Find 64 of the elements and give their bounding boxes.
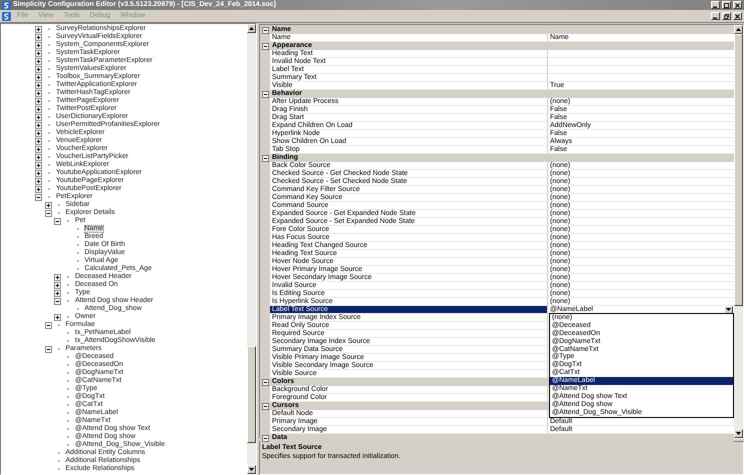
close-icon — [735, 2, 740, 8]
minus-box-icon[interactable] — [44, 210, 52, 216]
plus-box-icon[interactable] — [35, 122, 42, 128]
plus-box-icon[interactable] — [35, 26, 42, 32]
minus-box-icon[interactable] — [262, 154, 268, 162]
minus-box-icon[interactable] — [54, 218, 61, 224]
minus-box-icon[interactable] — [44, 322, 52, 328]
minimize-button[interactable] — [711, 12, 720, 20]
plus-box-icon[interactable] — [35, 66, 42, 72]
scroll-up-button[interactable] — [247, 24, 256, 33]
scrollbar-thumb[interactable] — [247, 346, 256, 443]
scrollbar-thumb[interactable] — [734, 34, 743, 306]
minus-box-icon[interactable] — [262, 26, 268, 34]
plus-box-icon[interactable] — [35, 178, 42, 184]
plus-box-icon[interactable] — [54, 290, 61, 296]
maximize-button[interactable] — [722, 1, 731, 9]
plus-box-icon[interactable] — [35, 154, 42, 160]
down-arrow-icon — [249, 468, 254, 471]
plus-box-icon[interactable] — [54, 274, 61, 280]
dropdown-arrow-icon — [726, 308, 731, 311]
plus-box-icon[interactable] — [54, 314, 61, 320]
minus-box-icon[interactable] — [35, 194, 42, 200]
down-arrow-icon — [736, 432, 741, 435]
plus-box-icon[interactable] — [54, 282, 61, 288]
plus-box-icon[interactable] — [35, 90, 42, 96]
close-button[interactable] — [733, 1, 742, 9]
plus-box-icon[interactable] — [35, 34, 42, 40]
plus-box-icon[interactable] — [35, 138, 42, 144]
minus-box-icon[interactable] — [262, 402, 268, 410]
plus-box-icon[interactable] — [35, 114, 42, 120]
plus-box-icon[interactable] — [35, 106, 42, 112]
minus-box-icon[interactable] — [44, 346, 52, 352]
restore-icon — [724, 14, 729, 18]
plus-box-icon[interactable] — [35, 170, 42, 176]
scrollbar[interactable] — [247, 24, 256, 474]
plus-box-icon[interactable] — [35, 74, 42, 80]
up-arrow-icon — [736, 28, 741, 31]
minus-box-icon[interactable] — [262, 42, 268, 50]
up-arrow-icon — [249, 27, 254, 30]
scroll-down-button[interactable] — [247, 465, 256, 474]
minus-box-icon[interactable] — [54, 298, 61, 304]
plus-box-icon[interactable] — [35, 130, 42, 136]
minus-box-icon[interactable] — [262, 434, 268, 442]
scrollbar[interactable] — [734, 25, 743, 438]
plus-box-icon[interactable] — [35, 98, 42, 104]
plus-box-icon[interactable] — [35, 58, 42, 64]
minimize-button[interactable] — [711, 1, 720, 9]
app-logo-icon[interactable] — [2, 12, 11, 20]
plus-box-icon[interactable] — [35, 162, 42, 168]
plus-box-icon[interactable] — [35, 146, 42, 152]
restore-button[interactable] — [722, 12, 731, 20]
app-logo-icon — [2, 0, 11, 10]
maximize-icon — [724, 2, 729, 8]
plus-box-icon[interactable] — [44, 202, 52, 208]
plus-box-icon[interactable] — [35, 82, 42, 88]
minus-box-icon[interactable] — [262, 90, 268, 98]
scroll-up-button[interactable] — [734, 25, 743, 34]
close-icon — [735, 14, 740, 18]
plus-box-icon[interactable] — [35, 186, 42, 192]
scroll-down-button[interactable] — [734, 429, 743, 438]
plus-box-icon[interactable] — [35, 42, 42, 48]
close-button[interactable] — [733, 12, 742, 20]
minus-box-icon[interactable] — [262, 378, 268, 386]
plus-box-icon[interactable] — [35, 50, 42, 56]
